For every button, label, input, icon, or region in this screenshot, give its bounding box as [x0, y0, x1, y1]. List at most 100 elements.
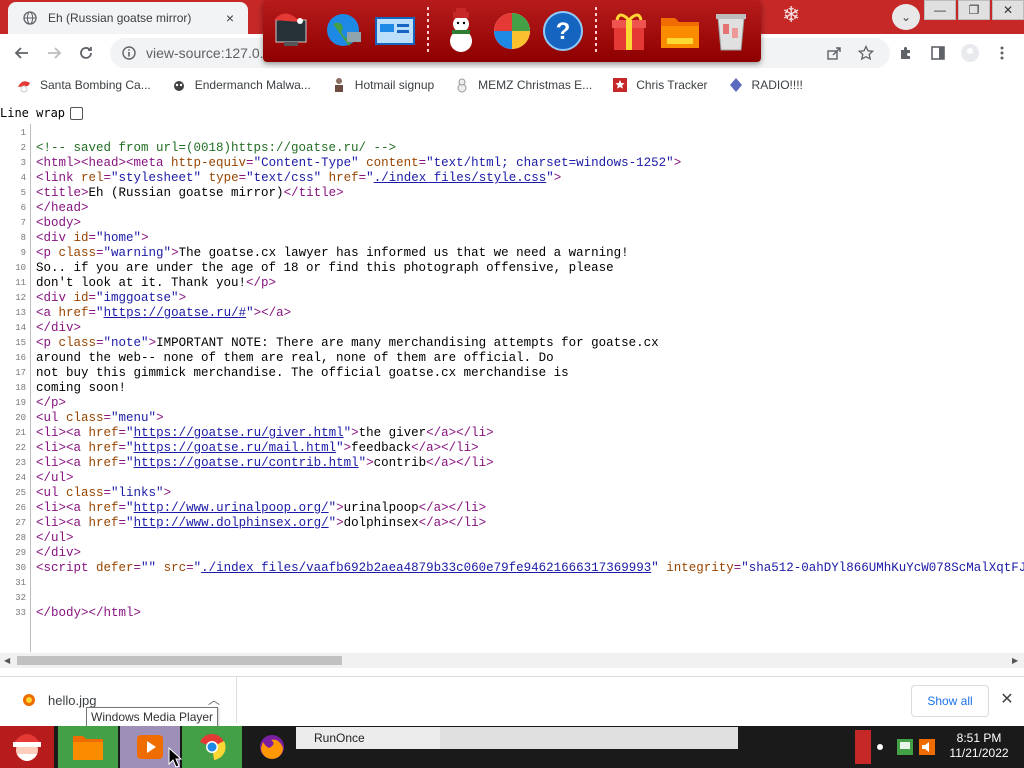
scroll-right-icon[interactable]: ▶ [1012, 656, 1018, 665]
source-link[interactable]: http://www.dolphinsex.org/ [134, 516, 329, 530]
dock-separator [595, 7, 597, 55]
minimize-button[interactable]: — [924, 0, 956, 20]
line-number: 19 [15, 398, 26, 408]
shield-check-icon[interactable] [488, 5, 535, 57]
source-link[interactable]: https://goatse.ru/contrib.html [134, 456, 359, 470]
gift-icon[interactable] [605, 5, 652, 57]
reload-icon [80, 47, 92, 59]
line-code: <li><a href="https://goatse.ru/mail.html… [36, 441, 479, 455]
globe-network-icon[interactable] [320, 5, 367, 57]
snowman-icon[interactable] [437, 5, 484, 57]
network-icon[interactable] [895, 737, 915, 757]
folder-icon[interactable] [656, 5, 703, 57]
bookmark-item[interactable]: Hotmail signup [331, 77, 434, 93]
line-number: 33 [15, 608, 26, 618]
taskbar-clock[interactable]: 8:51 PM 11/21/2022 [944, 731, 1014, 761]
line-wrap-checkbox[interactable] [70, 106, 84, 120]
line-number: 30 [15, 563, 26, 573]
snowman-icon [454, 77, 470, 93]
browser-tab[interactable]: Eh (Russian goatse mirror) × [8, 2, 248, 34]
line-code: <body> [36, 216, 82, 230]
back-button[interactable] [10, 41, 34, 65]
line-code: <ul class="menu"> [36, 411, 164, 425]
line-number: 18 [15, 383, 26, 393]
horizontal-scrollbar[interactable]: ◀ ▶ [0, 653, 1024, 668]
recycle-bin-icon[interactable] [708, 5, 755, 57]
start-button[interactable] [0, 726, 54, 768]
image-file-icon [20, 691, 38, 709]
close-download-bar-button[interactable]: ✕ [998, 690, 1016, 708]
help-icon[interactable]: ? [540, 5, 587, 57]
address-text: view-source:127.0.0 [146, 45, 272, 61]
profile-avatar[interactable] [960, 43, 980, 63]
source-link[interactable]: ./index_files/vaafb692b2aea4879b33c060e7… [201, 561, 651, 575]
line-number: 2 [20, 143, 26, 153]
line-number: 22 [15, 443, 26, 453]
taskbar: RunOnce 8:51 PM 11/21/2022 [0, 726, 1024, 768]
line-number: 4 [20, 173, 26, 183]
tab-search-button[interactable]: ⌄ [892, 4, 920, 30]
desktop-dock: ? [263, 0, 761, 62]
reload-button[interactable] [74, 41, 98, 65]
snowflake-decoration: ❄ [782, 2, 801, 27]
kebab-menu-icon[interactable] [992, 43, 1012, 63]
download-file-name: hello.jpg [48, 692, 97, 708]
chrome-icon [198, 734, 226, 761]
taskbar-runonce-task[interactable]: RunOnce [296, 727, 440, 749]
source-link[interactable]: ./index_files/style.css [374, 171, 547, 185]
side-panel-icon[interactable] [928, 43, 948, 63]
taskbar-task-label: RunOnce [314, 731, 365, 745]
line-number: 29 [15, 548, 26, 558]
line-number: 1 [20, 128, 26, 138]
line-code: <title>Eh (Russian goatse mirror)</title… [36, 186, 344, 200]
share-icon[interactable] [824, 43, 844, 63]
restore-button[interactable]: ❐ [958, 0, 990, 20]
line-number: 20 [15, 413, 26, 423]
line-code: <li><a href="https://goatse.ru/giver.htm… [36, 426, 494, 440]
tray-dot-icon[interactable] [877, 744, 883, 750]
show-all-button[interactable]: Show all [911, 685, 989, 717]
line-number: 14 [15, 323, 26, 333]
bookmark-item[interactable]: Endermanch Malwa... [171, 77, 311, 93]
scrollbar-thumb[interactable] [17, 656, 342, 665]
bookmark-item[interactable]: Santa Bombing Ca... [16, 77, 151, 93]
svg-text:?: ? [556, 18, 571, 45]
line-number: 27 [15, 518, 26, 528]
control-panel-icon[interactable] [372, 5, 419, 57]
line-code: </head> [36, 201, 89, 215]
chevron-down-icon: ⌄ [900, 10, 912, 24]
taskbar-firefox-button[interactable] [248, 726, 296, 768]
info-icon[interactable] [120, 44, 138, 62]
line-code: <ul class="links"> [36, 486, 172, 500]
line-code: <li><a href="http://www.urinalpoop.org/"… [36, 501, 487, 515]
tab-close-button[interactable]: × [220, 8, 240, 28]
arrow-left-icon [14, 47, 28, 59]
line-number: 32 [15, 593, 26, 603]
bookmark-item[interactable]: MEMZ Christmas E... [454, 77, 592, 93]
extensions-icon[interactable] [896, 43, 916, 63]
source-link[interactable]: http://www.urinalpoop.org/ [134, 501, 329, 515]
dock-separator [427, 7, 429, 55]
globe-icon [22, 10, 38, 26]
line-code: don't look at it. Thank you!</p> [36, 276, 277, 290]
bookmark-item[interactable]: RADIO!!!! [728, 77, 803, 93]
source-link[interactable]: https://goatse.ru/giver.html [134, 426, 344, 440]
firefox-icon [260, 735, 284, 759]
close-window-button[interactable]: ✕ [992, 0, 1024, 20]
forward-button[interactable] [42, 41, 66, 65]
line-number: 10 [15, 263, 26, 273]
line-number: 28 [15, 533, 26, 543]
bookmark-item[interactable]: Chris Tracker [612, 77, 708, 93]
media-player-icon [137, 735, 163, 759]
source-link[interactable]: https://goatse.ru/# [104, 306, 247, 320]
volume-icon[interactable] [917, 737, 937, 757]
taskbar-folder-button[interactable] [58, 726, 118, 768]
source-link[interactable]: https://goatse.ru/mail.html [134, 441, 337, 455]
bookmark-star-icon[interactable] [856, 43, 876, 63]
taskbar-chrome-button[interactable] [182, 726, 242, 768]
chevron-up-icon[interactable]: ︿ [208, 691, 220, 708]
line-code: </body></html> [36, 606, 142, 620]
santa-computer-icon[interactable] [269, 5, 316, 57]
source-view: 1 2 <!-- saved from url=(0018)https://goat… [0, 124, 1024, 652]
scroll-left-icon[interactable]: ◀ [4, 656, 10, 665]
